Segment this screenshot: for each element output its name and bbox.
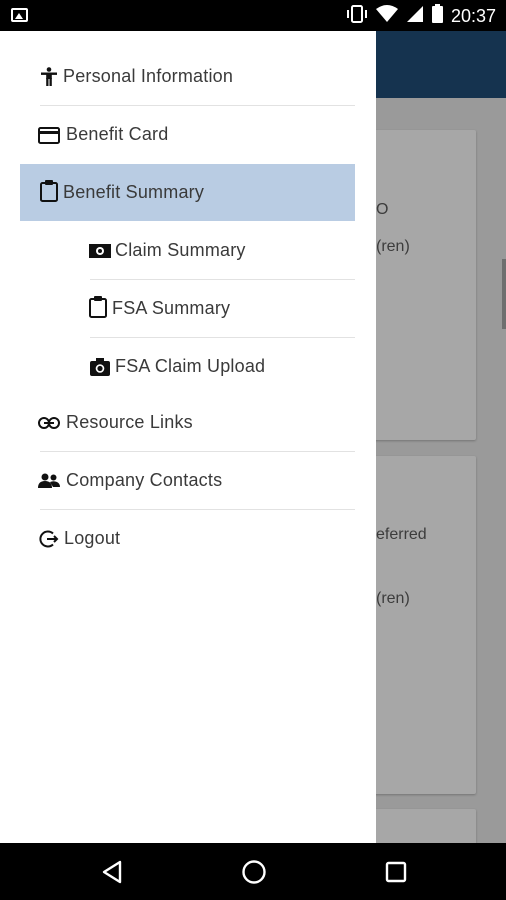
wifi-icon — [375, 4, 398, 28]
card-text: (ren) — [376, 238, 410, 255]
menu-item-benefit-summary[interactable]: Benefit Summary — [20, 164, 355, 221]
card-text: (ren) — [376, 590, 410, 607]
menu-item-logout[interactable]: Logout — [20, 510, 355, 567]
clipboard-icon — [38, 180, 60, 202]
menu-item-label: FSA Summary — [112, 298, 231, 318]
menu-item-label: FSA Claim Upload — [115, 356, 266, 376]
credit-card-icon — [38, 124, 60, 146]
status-bar: 20:37 — [0, 0, 506, 31]
menu-item-label: Claim Summary — [115, 240, 246, 260]
menu-item-fsa-summary[interactable]: FSA Summary — [20, 280, 355, 337]
card-text: eferred — [376, 526, 427, 543]
scrollbar[interactable] — [502, 259, 506, 329]
status-time: 20:37 — [450, 5, 496, 26]
link-icon — [38, 412, 60, 434]
menu-item-claim-summary[interactable]: Claim Summary — [20, 222, 355, 279]
person-icon — [38, 66, 60, 88]
logout-icon — [38, 528, 60, 550]
vibrate-icon — [346, 4, 368, 28]
menu-item-label: Resource Links — [66, 412, 193, 432]
contacts-icon — [38, 470, 60, 492]
menu-item-label: Personal Information — [63, 66, 234, 86]
system-nav-bar — [0, 843, 506, 900]
menu-item-resource-links[interactable]: Resource Links — [20, 394, 355, 451]
recents-icon[interactable] — [381, 857, 411, 887]
menu-item-label: Benefit Card — [66, 124, 169, 144]
clipboard-icon — [87, 296, 109, 318]
menu-item-company-contacts[interactable]: Company Contacts — [20, 452, 355, 509]
battery-icon — [431, 4, 443, 28]
back-icon[interactable] — [97, 857, 127, 887]
image-icon — [11, 8, 28, 22]
menu-item-label: Benefit Summary — [63, 182, 205, 202]
signal-icon — [406, 5, 424, 28]
card-text: O — [376, 201, 389, 218]
menu-item-personal-information[interactable]: Personal Information — [20, 48, 355, 105]
money-icon — [89, 240, 111, 262]
camera-icon — [89, 356, 111, 378]
menu-item-label: Company Contacts — [66, 470, 223, 490]
navigation-drawer: Personal Information Benefit Card Benefi… — [0, 31, 376, 843]
menu-item-benefit-card[interactable]: Benefit Card — [20, 106, 355, 163]
home-icon[interactable] — [239, 857, 269, 887]
menu-item-label: Logout — [64, 528, 121, 548]
menu-item-fsa-claim-upload[interactable]: FSA Claim Upload — [20, 338, 355, 395]
